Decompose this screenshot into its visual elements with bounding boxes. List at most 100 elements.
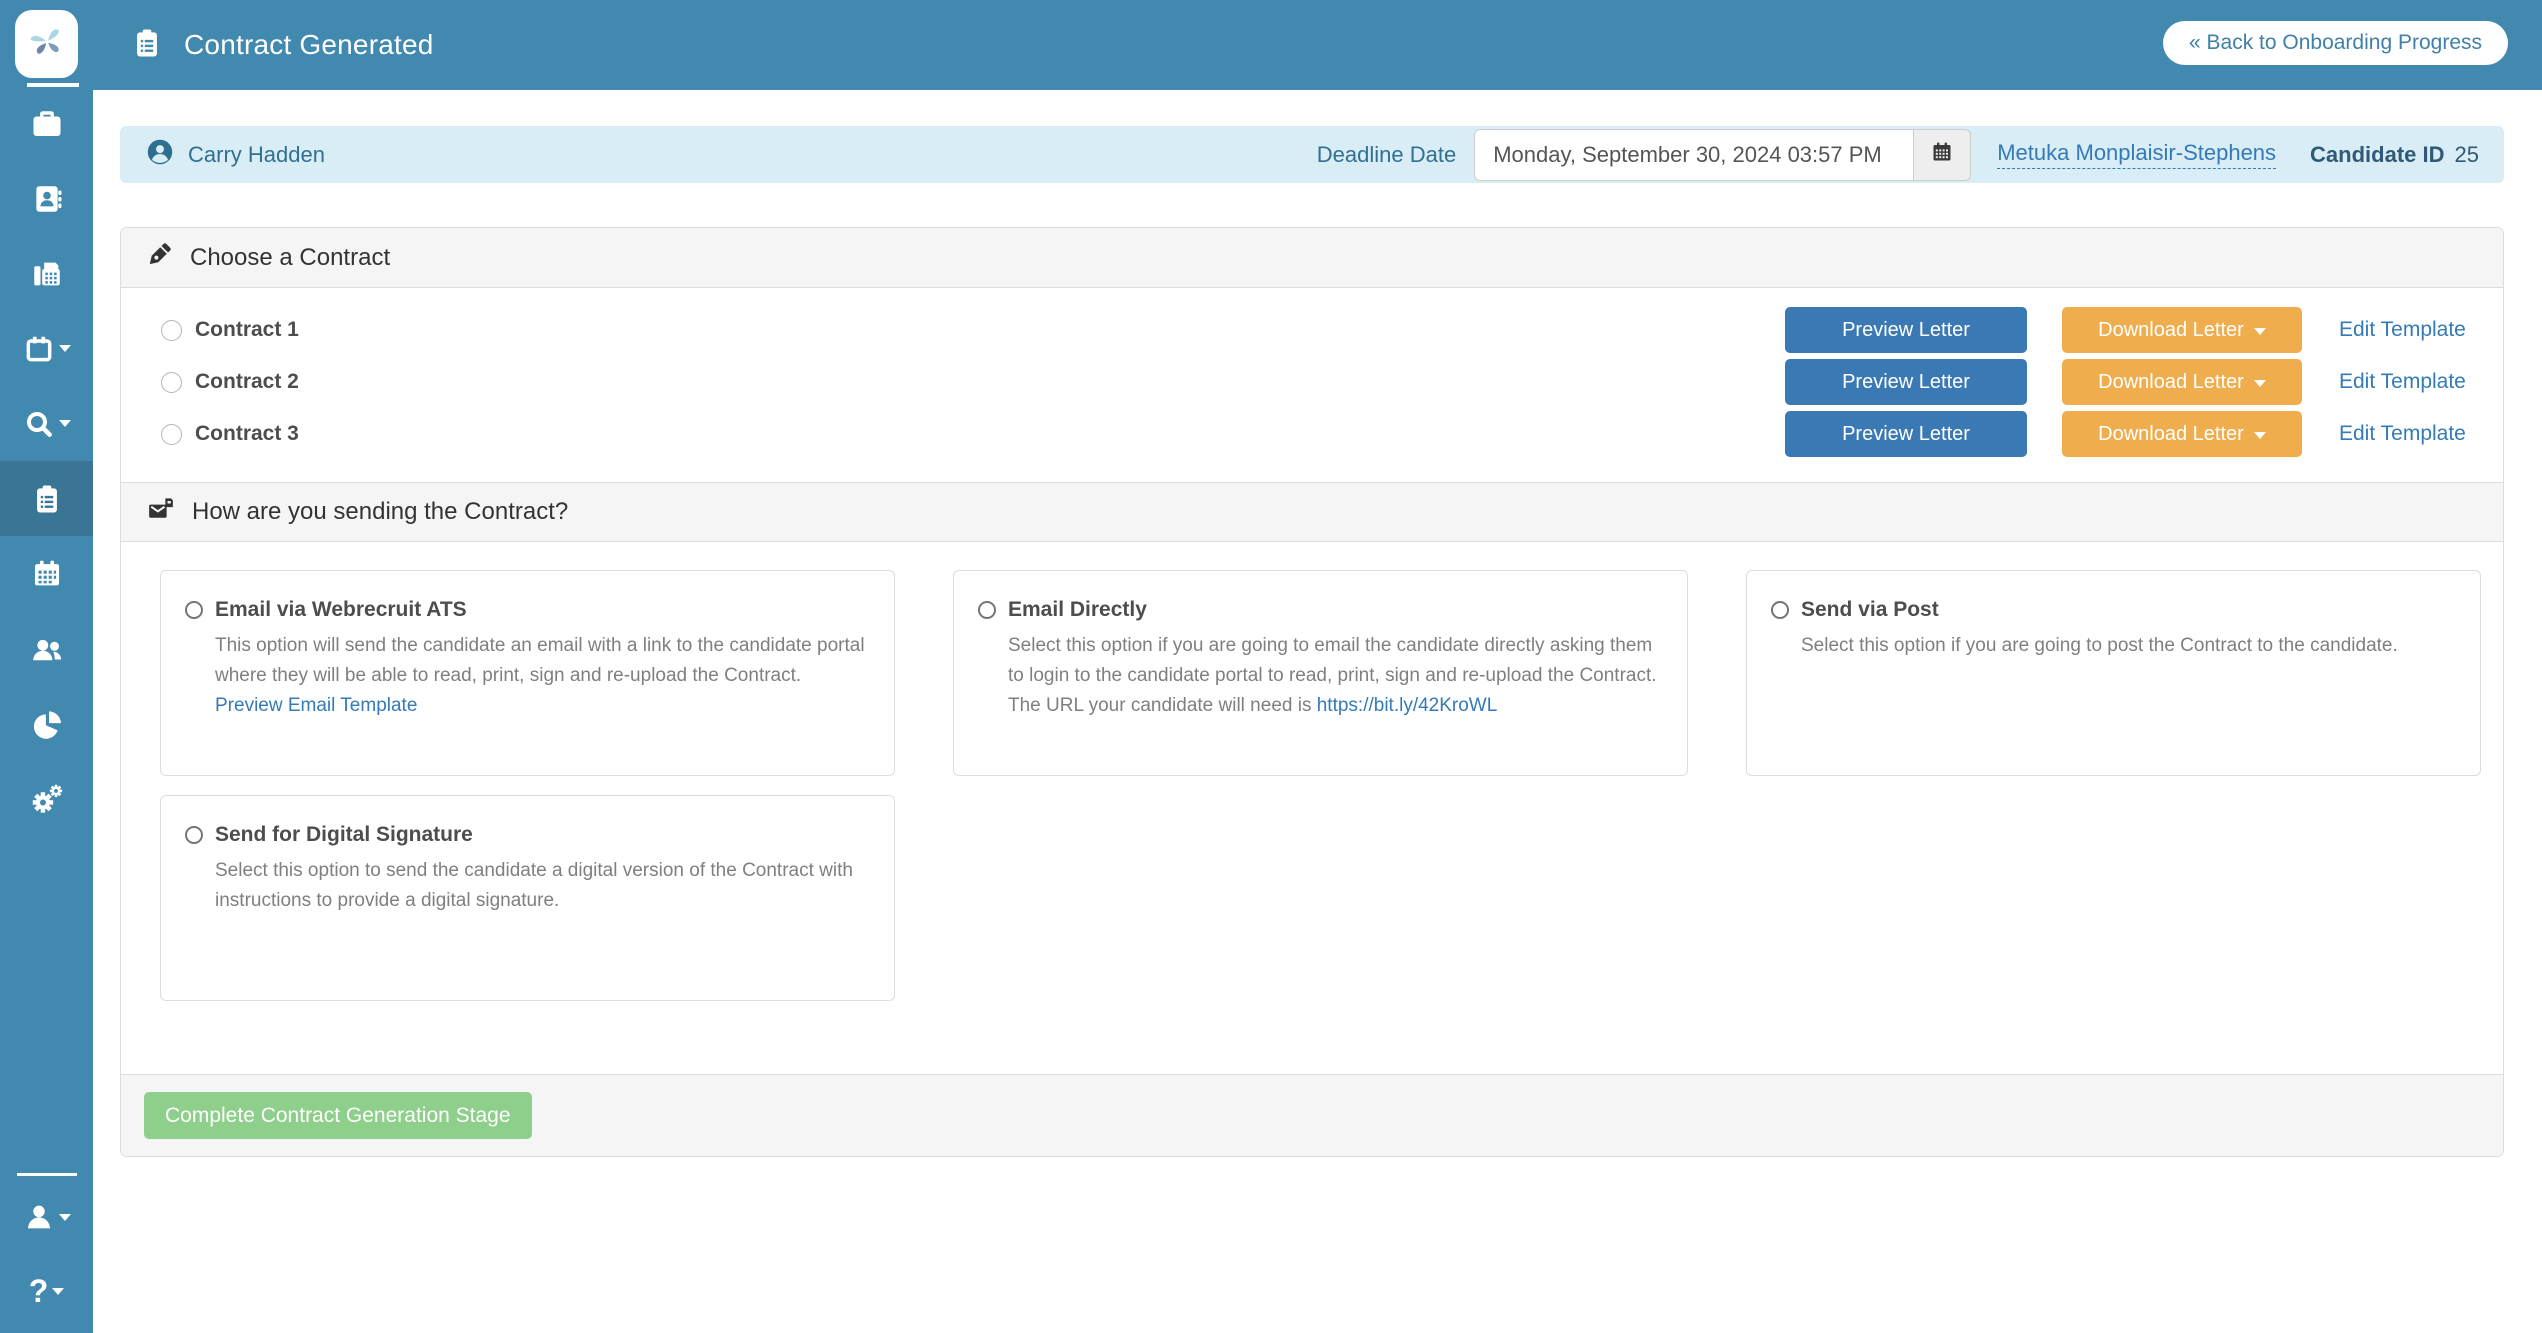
option-card-email-ats: Email via Webrecruit ATS This option wil… — [160, 570, 895, 776]
address-book-icon — [30, 182, 64, 216]
contract-row: Contract 1 Preview Letter Download Lette… — [161, 304, 2479, 356]
edit-template-link-3[interactable]: Edit Template — [2339, 422, 2479, 446]
contract-3-radio[interactable] — [161, 424, 182, 445]
users-icon — [29, 631, 65, 667]
send-post-title: Send via Post — [1801, 598, 1939, 622]
sidebar-item-fax[interactable] — [0, 236, 93, 311]
page-title-group: Contract Generated — [130, 0, 434, 90]
contract-list: Contract 1 Preview Letter Download Lette… — [121, 288, 2503, 482]
email-ats-title: Email via Webrecruit ATS — [215, 598, 467, 622]
chevron-down-icon — [59, 345, 71, 352]
pen-nib-icon — [146, 240, 174, 275]
panel-footer: Complete Contract Generation Stage — [121, 1074, 2503, 1156]
contract-1-radio[interactable] — [161, 320, 182, 341]
contract-2-label: Contract 2 — [195, 370, 299, 394]
contract-row: Contract 3 Preview Letter Download Lette… — [161, 408, 2479, 460]
deadline-date-group — [1474, 129, 1971, 181]
briefcase-icon — [29, 106, 65, 142]
contract-2-radio[interactable] — [161, 372, 182, 393]
candidate-info-bar: Carry Hadden Deadline Date — [120, 126, 2504, 183]
choose-contract-title: Choose a Contract — [190, 244, 390, 272]
calendar-icon — [1930, 140, 1954, 169]
sidebar-item-help[interactable]: ? — [0, 1255, 93, 1327]
back-to-onboarding-button[interactable]: « Back to Onboarding Progress — [2163, 21, 2508, 65]
butterfly-logo-icon — [25, 20, 69, 69]
search-icon — [23, 408, 55, 440]
send-post-radio[interactable] — [1771, 601, 1789, 619]
contract-3-label: Contract 3 — [195, 422, 299, 446]
calendar-grid-icon — [30, 557, 64, 591]
help-icon: ? — [29, 1275, 49, 1307]
deadline-date-input[interactable] — [1474, 129, 1914, 181]
contract-panel: Choose a Contract Contract 1 Preview Let… — [120, 227, 2504, 1157]
deadline-date-label: Deadline Date — [1317, 142, 1456, 168]
candidate-id-value: 25 — [2455, 142, 2479, 168]
job-title-link[interactable]: Metuka Monplaisir-Stephens — [1997, 140, 2276, 169]
option-card-send-post: Send via Post Select this option if you … — [1746, 570, 2481, 776]
main-content: Carry Hadden Deadline Date — [93, 90, 2542, 1157]
email-directly-description: Select this option if you are going to e… — [1008, 631, 1663, 721]
contract-row: Contract 2 Preview Letter Download Lette… — [161, 356, 2479, 408]
download-letter-button-3[interactable]: Download Letter — [2062, 411, 2302, 457]
complete-contract-stage-button[interactable]: Complete Contract Generation Stage — [144, 1092, 532, 1139]
sidebar-item-onboarding[interactable] — [0, 461, 93, 536]
sidebar-divider — [17, 1173, 77, 1176]
send-post-description: Select this option if you are going to p… — [1801, 631, 2456, 661]
user-icon — [23, 1201, 55, 1233]
download-letter-label: Download Letter — [2098, 423, 2244, 446]
sidebar-item-users[interactable] — [0, 611, 93, 686]
choose-contract-header: Choose a Contract — [121, 228, 2503, 288]
sending-method-header: How are you sending the Contract? — [121, 482, 2503, 542]
sidebar-item-account[interactable] — [0, 1181, 93, 1253]
app-logo[interactable] — [15, 10, 78, 78]
sending-method-title: How are you sending the Contract? — [192, 498, 568, 526]
mail-bulk-icon — [146, 494, 176, 531]
candidate-name-group: Carry Hadden — [145, 137, 325, 172]
option-card-email-directly: Email Directly Select this option if you… — [953, 570, 1688, 776]
contract-1-label: Contract 1 — [195, 318, 299, 342]
clipboard-title-icon — [130, 26, 164, 65]
preview-email-template-link[interactable]: Preview Email Template — [215, 691, 870, 721]
edit-template-link-2[interactable]: Edit Template — [2339, 370, 2479, 394]
digital-signature-title: Send for Digital Signature — [215, 823, 473, 847]
candidate-portal-url-link[interactable]: https://bit.ly/42KroWL — [1317, 695, 1498, 716]
sidebar-item-jobs[interactable] — [0, 86, 93, 161]
sidebar-item-schedule[interactable] — [0, 536, 93, 611]
sidebar-item-reports[interactable] — [0, 686, 93, 761]
sidebar-nav: ? — [0, 0, 93, 1333]
download-letter-label: Download Letter — [2098, 319, 2244, 342]
preview-letter-button-1[interactable]: Preview Letter — [1785, 307, 2027, 353]
chevron-down-icon — [2254, 380, 2266, 387]
digital-signature-description: Select this option to send the candidate… — [215, 856, 870, 916]
candidate-id-label: Candidate ID — [2310, 142, 2444, 168]
candidate-name: Carry Hadden — [188, 142, 325, 168]
chevron-down-icon — [52, 1288, 64, 1295]
email-directly-radio[interactable] — [978, 601, 996, 619]
chevron-down-icon — [59, 420, 71, 427]
chevron-down-icon — [2254, 432, 2266, 439]
email-ats-radio[interactable] — [185, 601, 203, 619]
cogs-icon — [29, 781, 65, 817]
sidebar-item-settings[interactable] — [0, 761, 93, 836]
preview-letter-button-2[interactable]: Preview Letter — [1785, 359, 2027, 405]
download-letter-button-2[interactable]: Download Letter — [2062, 359, 2302, 405]
sidebar-item-calendar[interactable] — [0, 311, 93, 386]
page-title: Contract Generated — [184, 29, 434, 61]
sidebar-item-candidates[interactable] — [0, 161, 93, 236]
person-circle-icon — [145, 137, 175, 172]
clipboard-icon — [30, 482, 64, 516]
calendar-icon — [23, 333, 55, 365]
fax-icon — [30, 257, 64, 291]
calendar-picker-button[interactable] — [1914, 129, 1971, 181]
digital-signature-radio[interactable] — [185, 826, 203, 844]
preview-letter-button-3[interactable]: Preview Letter — [1785, 411, 2027, 457]
download-letter-button-1[interactable]: Download Letter — [2062, 307, 2302, 353]
edit-template-link-1[interactable]: Edit Template — [2339, 318, 2479, 342]
pie-chart-icon — [30, 707, 64, 741]
email-ats-description: This option will send the candidate an e… — [215, 631, 870, 691]
chevron-down-icon — [59, 1214, 71, 1221]
download-letter-label: Download Letter — [2098, 371, 2244, 394]
option-card-digital-signature: Send for Digital Signature Select this o… — [160, 795, 895, 1001]
top-header: Contract Generated « Back to Onboarding … — [0, 0, 2542, 90]
sidebar-item-search[interactable] — [0, 386, 93, 461]
